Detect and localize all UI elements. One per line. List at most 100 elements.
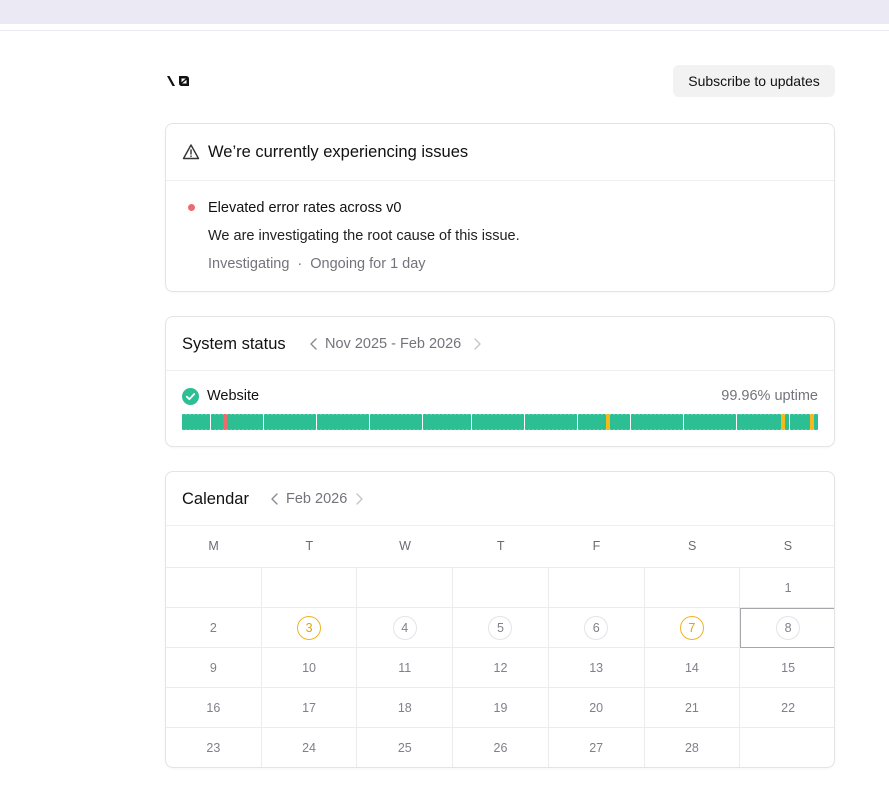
calendar-day-cell (740, 728, 834, 767)
uptime-day-bar[interactable] (814, 414, 818, 430)
uptime-day-bar[interactable] (528, 414, 533, 430)
calendar-day-cell[interactable]: 8 (740, 608, 834, 648)
calendar-card: Calendar Feb 2026 MTWTFSS 1 2 3 4 5 6 7 8 9 10 11 1… (165, 471, 835, 768)
calendar-title: Calendar (182, 490, 249, 508)
uptime-day-bar[interactable] (679, 414, 684, 430)
uptime-day-bar[interactable] (687, 414, 692, 430)
calendar-grid: 1 2 3 4 5 6 7 8 9 10 11 12 13 14 15 16 17 18 19 20 21 22 23 24 2… (166, 568, 834, 767)
calendar-day-number: 11 (398, 660, 412, 675)
calendar-day-cell[interactable]: 15 (740, 648, 834, 688)
calendar-day-cell (644, 568, 741, 608)
uptime-day-bar[interactable] (581, 414, 586, 430)
calendar-day-cell[interactable]: 9 (166, 648, 262, 688)
uptime-day-bar[interactable] (630, 414, 635, 430)
incident-meta: Investigating · Ongoing for 1 day (208, 256, 426, 272)
uptime-day-bar[interactable] (210, 414, 215, 430)
uptime-day-bar[interactable] (736, 414, 741, 430)
uptime-day-bar[interactable] (524, 414, 529, 430)
calendar-day-cell[interactable]: 7 (644, 608, 741, 648)
uptime-day-bar[interactable] (732, 414, 737, 430)
calendar-header: Calendar Feb 2026 (166, 472, 834, 526)
calendar-day-cell[interactable]: 4 (357, 608, 454, 648)
uptime-day-bar[interactable] (683, 414, 688, 430)
incident-name[interactable]: Elevated error rates across v0 (208, 200, 401, 216)
calendar-day-cell (357, 568, 454, 608)
uptime-day-bar[interactable] (316, 414, 321, 430)
uptime-day-bar[interactable] (312, 414, 317, 430)
calendar-day-number: 15 (781, 660, 796, 675)
uptime-day-bar[interactable] (418, 414, 423, 430)
incident-state: Investigating (208, 256, 290, 272)
incident-banner-title: We’re currently experiencing issues (208, 143, 469, 161)
incident-description: We are investigating the root cause of t… (208, 228, 520, 244)
calendar-day-cell[interactable]: 17 (261, 688, 358, 728)
chevron-left-icon[interactable] (268, 492, 282, 506)
calendar-day-number: 17 (302, 700, 316, 715)
calendar-day-cell[interactable]: 28 (645, 728, 741, 767)
calendar-day-cell[interactable]: 22 (740, 688, 834, 728)
uptime-day-bar[interactable] (785, 414, 790, 430)
calendar-day-number: 3 (297, 615, 322, 640)
calendar-day-cell (548, 568, 645, 608)
calendar-day-number: 6 (584, 615, 609, 640)
system-status-title: System status (182, 335, 286, 353)
calendar-day-cell[interactable]: 19 (453, 688, 549, 728)
weekday-header-row: MTWTFSS (166, 526, 834, 568)
uptime-day-bar[interactable] (263, 414, 268, 430)
calendar-day-cell[interactable]: 5 (453, 608, 549, 648)
calendar-day-cell[interactable]: 25 (357, 728, 454, 767)
weekday-label: T (496, 539, 506, 553)
uptime-day-bar[interactable] (365, 414, 370, 430)
calendar-day-cell[interactable]: 21 (644, 688, 741, 728)
calendar-day-cell (261, 568, 358, 608)
weekday-label: S (687, 539, 697, 553)
uptime-day-bar[interactable] (626, 414, 631, 430)
uptime-day-bar[interactable] (422, 414, 427, 430)
calendar-day-cell[interactable]: 26 (453, 728, 549, 767)
calendar-day-cell[interactable]: 11 (357, 648, 454, 688)
uptime-day-bar[interactable] (520, 414, 525, 430)
calendar-day-cell[interactable]: 14 (644, 648, 741, 688)
v0-logo[interactable] (166, 73, 190, 89)
calendar-day-cell[interactable]: 10 (261, 648, 358, 688)
weekday-label: W (399, 539, 412, 553)
calendar-day-cell[interactable]: 13 (548, 648, 645, 688)
calendar-day-cell[interactable]: 12 (453, 648, 549, 688)
uptime-day-bar[interactable] (475, 414, 480, 430)
uptime-day-bar[interactable] (471, 414, 476, 430)
uptime-day-bar[interactable] (577, 414, 582, 430)
calendar-day-cell[interactable]: 6 (548, 608, 645, 648)
weekday-label: S (783, 539, 793, 553)
chevron-right-icon[interactable] (470, 337, 484, 351)
incident-header: We’re currently experiencing issues (166, 124, 834, 181)
browser-top-bar (0, 0, 889, 24)
service-name: Website (207, 388, 260, 404)
uptime-day-bar[interactable] (369, 414, 374, 430)
uptime-day-bar[interactable] (789, 414, 794, 430)
calendar-day-number: 23 (206, 741, 221, 755)
calendar-day-cell[interactable]: 27 (549, 728, 645, 767)
calendar-day-cell[interactable]: 3 (261, 608, 358, 648)
calendar-day-cell[interactable]: 18 (357, 688, 454, 728)
uptime-day-bar[interactable] (467, 414, 472, 430)
uptime-day-bar[interactable] (259, 414, 264, 430)
subscribe-button[interactable]: Subscribe to updates (673, 65, 835, 97)
calendar-day-cell[interactable]: 24 (262, 728, 358, 767)
chevron-left-icon[interactable] (307, 337, 321, 351)
calendar-day-number: 19 (493, 700, 508, 715)
warning-triangle-icon (182, 144, 200, 160)
calendar-day-cell (166, 568, 262, 608)
calendar-day-cell[interactable]: 2 (166, 608, 262, 648)
calendar-day-number: 28 (684, 741, 699, 755)
calendar-day-cell[interactable]: 23 (166, 728, 262, 767)
chevron-right-icon[interactable] (352, 492, 366, 506)
calendar-day-cell[interactable]: 1 (740, 568, 834, 608)
calendar-day-cell[interactable]: 20 (548, 688, 645, 728)
calendar-day-number: 26 (493, 741, 508, 755)
uptime-day-bar[interactable] (206, 414, 211, 430)
uptime-day-bar[interactable] (634, 414, 639, 430)
uptime-day-bar[interactable] (573, 414, 578, 430)
calendar-day-cell[interactable]: 16 (166, 688, 262, 728)
calendar-day-number: 2 (209, 620, 217, 635)
calendar-day-number: 20 (589, 700, 604, 715)
